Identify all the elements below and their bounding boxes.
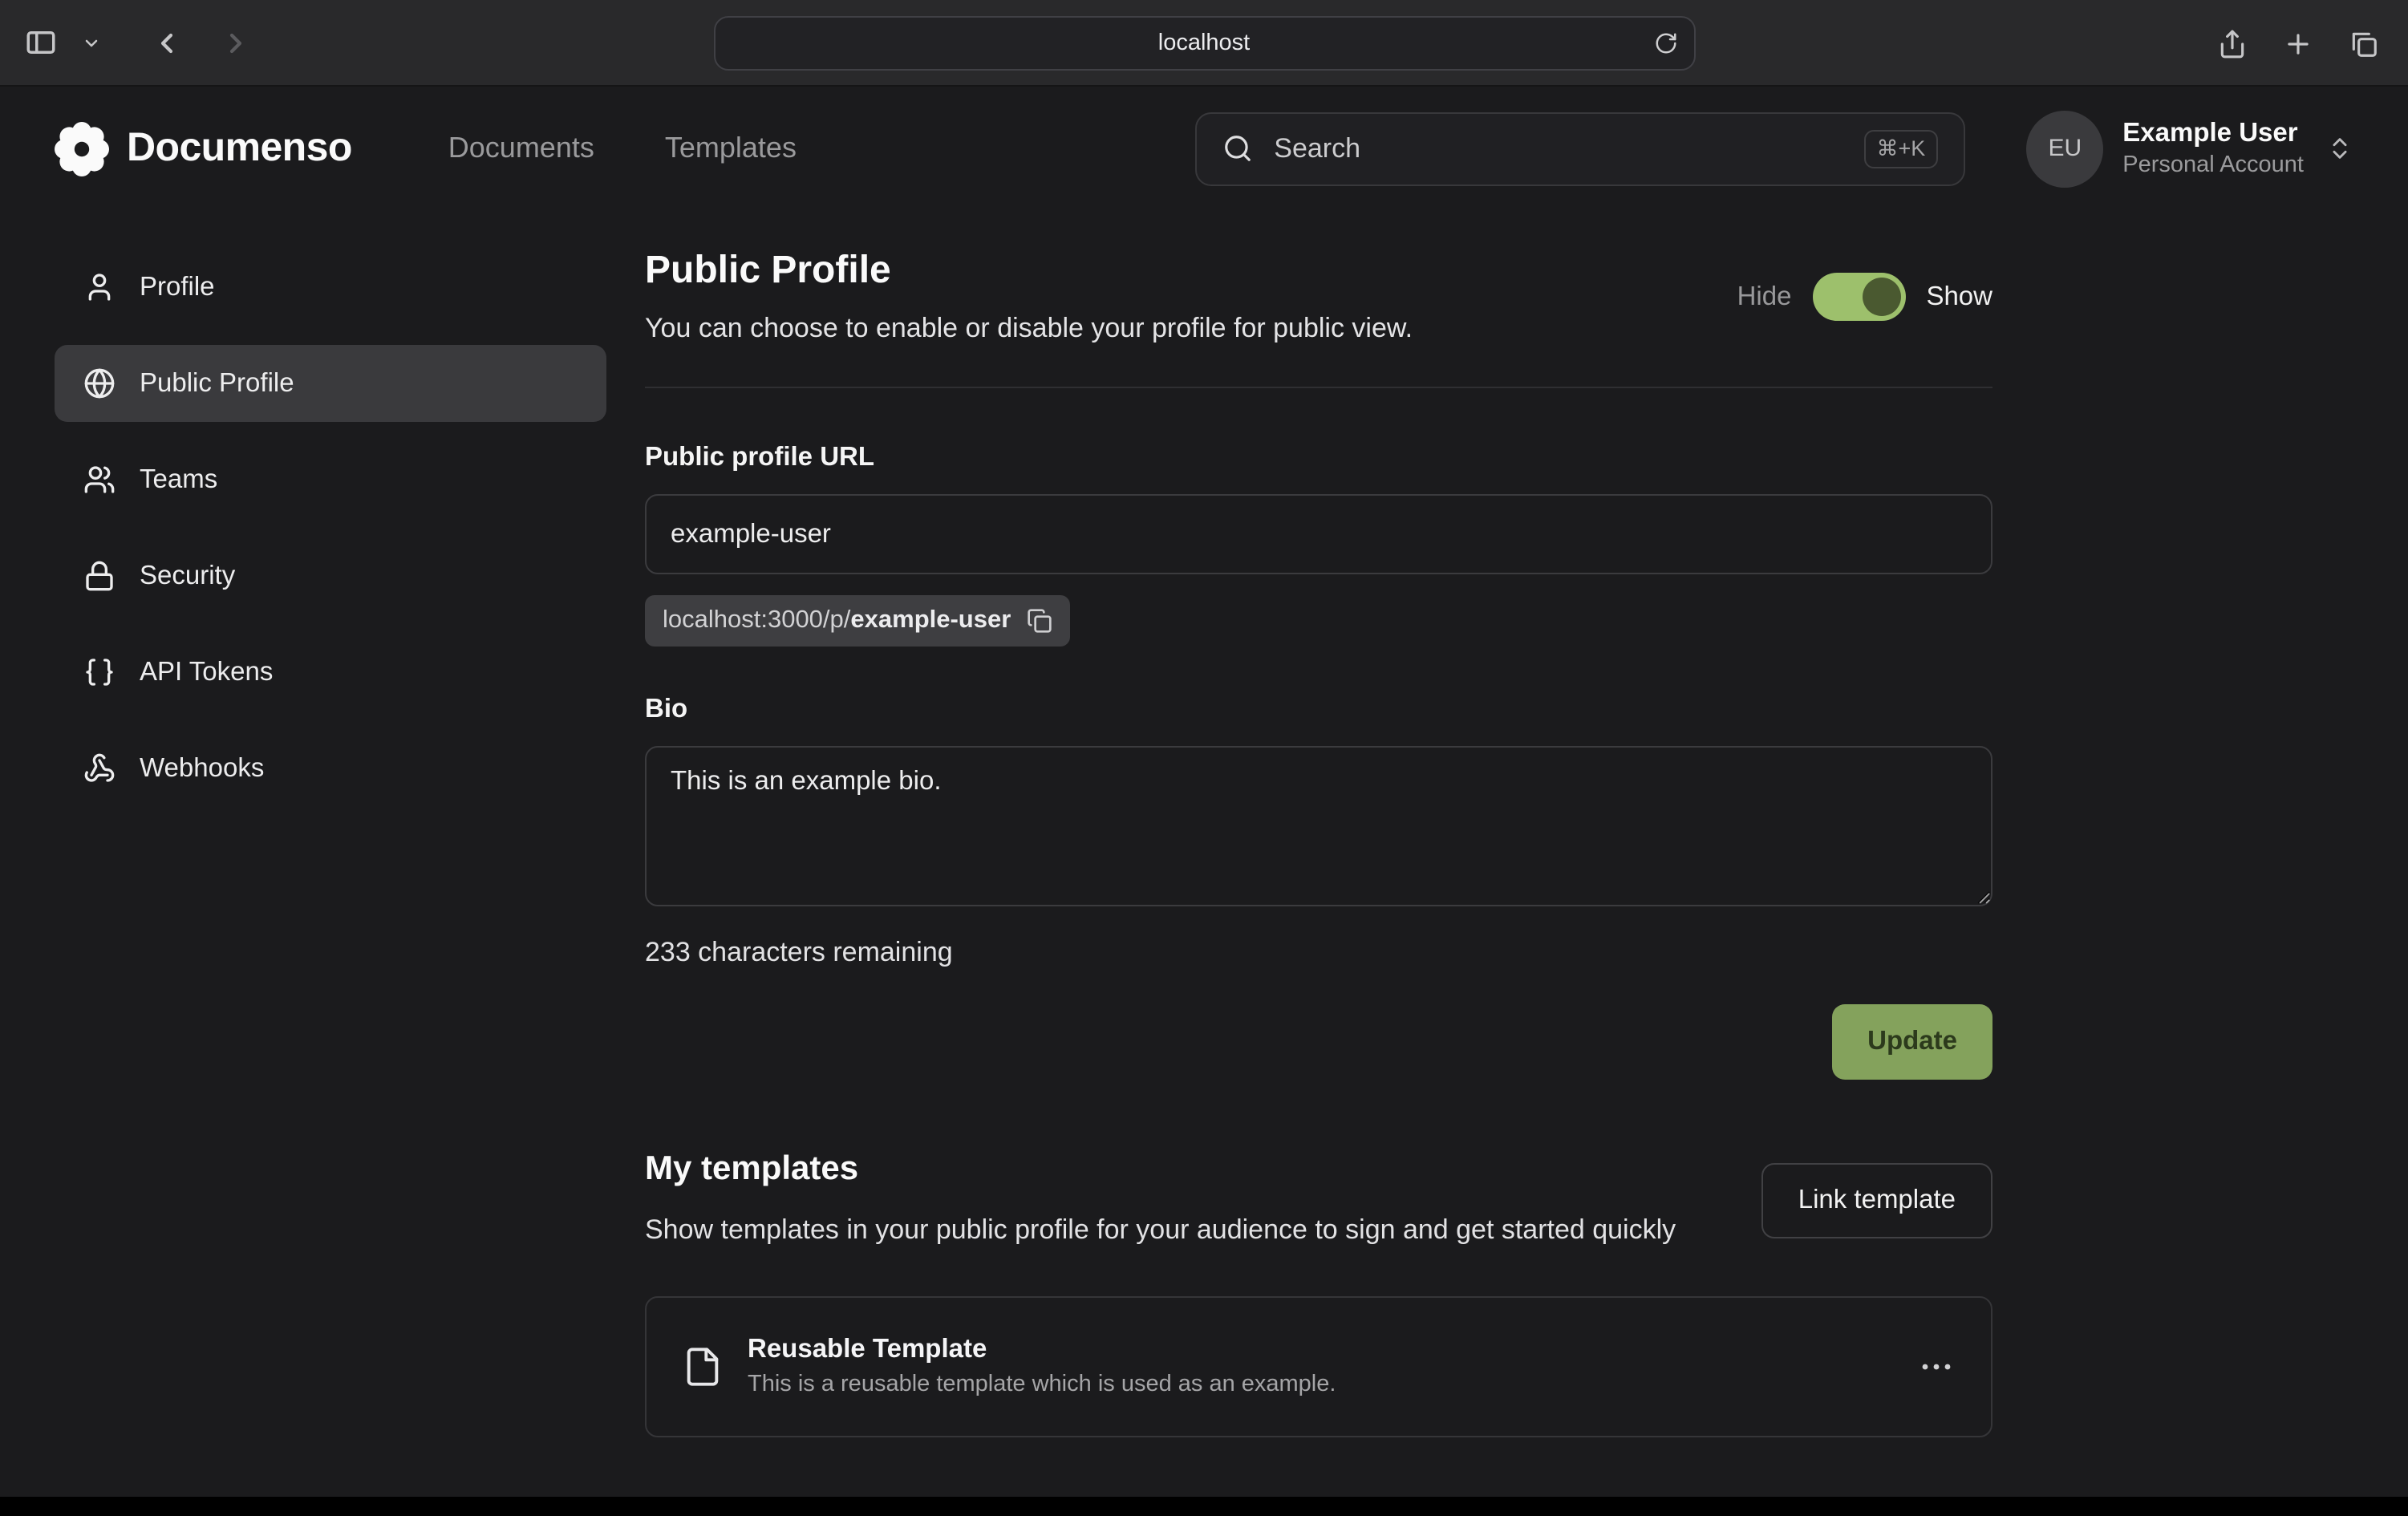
address-bar[interactable]: localhost [713,16,1695,71]
sidebar-item-label: API Tokens [140,657,273,687]
template-menu-button[interactable] [1917,1347,1956,1385]
user-account-type: Personal Account [2122,152,2304,178]
address-bar-url: localhost [1158,30,1250,56]
sidebar-item-public-profile[interactable]: Public Profile [55,345,606,422]
brand-name: Documenso [127,125,352,172]
back-button-icon[interactable] [151,26,183,59]
sidebar-toggle-icon[interactable] [24,26,58,59]
show-label: Show [1926,282,1992,312]
nav-templates[interactable]: Templates [665,132,797,165]
new-tab-icon[interactable] [2283,28,2313,59]
sidebar-item-label: Webhooks [140,753,264,784]
my-templates-title: My templates [645,1150,1676,1189]
app-header: Documenso Documents Templates Search ⌘+K… [0,87,2408,210]
braces-icon [83,656,116,688]
sidebar-item-api-tokens[interactable]: API Tokens [55,634,606,711]
globe-icon [83,367,116,399]
update-button[interactable]: Update [1832,1004,1992,1080]
lock-icon [83,560,116,592]
window-bottom-strip [0,1497,2408,1516]
url-field-label: Public profile URL [645,443,1992,473]
tab-overview-icon[interactable] [2349,28,2379,59]
file-icon [682,1345,724,1387]
user-menu[interactable]: EU Example User Personal Account [2026,110,2353,187]
users-icon [83,464,116,496]
bio-textarea[interactable]: This is an example bio. [645,746,1992,906]
sidebar-item-security[interactable]: Security [55,537,606,614]
webhook-icon [83,752,116,784]
settings-sidebar: Profile Public Profile Teams Security AP… [55,249,606,807]
sidebar-item-label: Security [140,561,235,591]
search-shortcut: ⌘+K [1864,129,1939,168]
section-divider [645,387,1992,388]
profile-visibility-toggle[interactable] [1812,273,1905,321]
main-nav: Documents Templates [448,132,797,165]
search-icon [1222,133,1253,164]
browser-window: localhost [0,0,2408,1516]
user-icon [83,271,116,303]
my-templates-description: Show templates in your public profile fo… [645,1210,1676,1250]
forward-button-icon[interactable] [220,26,252,59]
profile-url-chip[interactable]: localhost:3000/p/example-user [645,595,1070,647]
profile-url-text: localhost:3000/p/example-user [663,606,1011,635]
reload-icon[interactable] [1653,31,1677,55]
chevrons-up-down-icon [2326,135,2353,162]
main-content: Public Profile You can choose to enable … [645,249,1992,1437]
hide-label: Hide [1737,282,1792,312]
visibility-toggle-group: Hide Show [1737,273,1992,321]
search-input[interactable]: Search ⌘+K [1195,111,1965,185]
sidebar-item-label: Profile [140,272,215,302]
template-name: Reusable Template [748,1335,1336,1365]
bio-field-label: Bio [645,695,1992,725]
sidebar-item-webhooks[interactable]: Webhooks [55,730,606,807]
share-icon[interactable] [2217,28,2248,59]
sidebar-item-label: Teams [140,464,217,495]
page-title: Public Profile [645,249,1413,294]
documenso-logo[interactable]: Documenso [55,121,352,176]
toggle-knob [1862,278,1900,316]
user-name: Example User [2122,119,2304,149]
link-template-button[interactable]: Link template [1761,1163,1992,1238]
nav-documents[interactable]: Documents [448,132,594,165]
sidebar-item-teams[interactable]: Teams [55,441,606,518]
chevron-down-icon[interactable] [82,33,101,52]
characters-remaining: 233 characters remaining [645,937,1992,969]
browser-chrome: localhost [0,0,2408,87]
template-description: This is a reusable template which is use… [748,1372,1336,1397]
search-placeholder: Search [1274,132,1360,164]
sidebar-item-label: Public Profile [140,368,294,399]
template-card: Reusable Template This is a reusable tem… [645,1295,1992,1437]
documenso-logo-icon [55,121,109,176]
profile-url-input[interactable] [645,494,1992,574]
page-subtitle: You can choose to enable or disable your… [645,313,1413,345]
avatar: EU [2026,110,2103,187]
sidebar-item-profile[interactable]: Profile [55,249,606,326]
copy-icon[interactable] [1027,608,1052,634]
